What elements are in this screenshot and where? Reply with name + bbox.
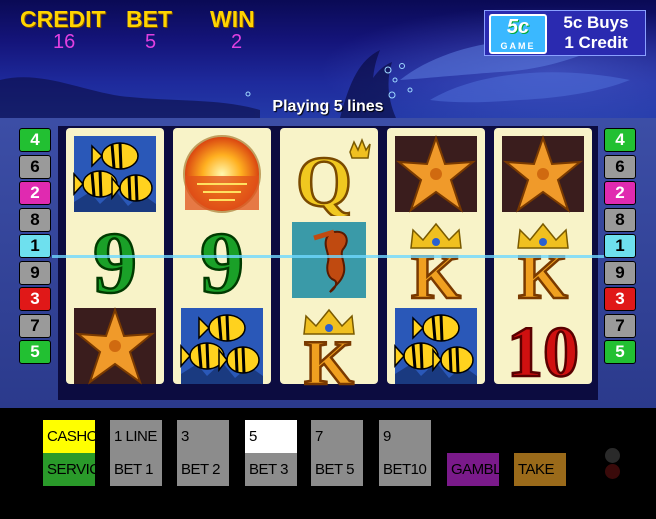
starfish-symbol	[391, 132, 481, 216]
denomination-badge-value: 5c	[506, 16, 530, 38]
ten-symbol: 10	[498, 304, 588, 394]
top-banner: CREDIT BET WIN 16 5 2 5c GAME 5c Buys 1 …	[0, 0, 656, 118]
bet-2-button[interactable]: BET 2	[177, 453, 229, 486]
1-line-button[interactable]: 1 LINE	[110, 420, 162, 453]
payline-1	[52, 255, 604, 258]
credit-label: CREDIT	[20, 6, 106, 32]
right-line-indicator-1: 1	[604, 234, 636, 258]
3-lines-button[interactable]: 3 LINES	[177, 420, 229, 478]
left-line-indicator-9: 9	[19, 260, 51, 285]
bet-value: 5	[145, 31, 157, 53]
bet-label: BET	[126, 6, 172, 32]
take-win-button[interactable]: TAKE WIN	[514, 453, 566, 511]
5-lines-button[interactable]: 5 LINES	[245, 420, 297, 478]
starfish-symbol	[70, 304, 160, 388]
seahorse-symbol	[284, 218, 374, 302]
svg-text:9: 9	[200, 218, 244, 302]
starfish-symbol	[498, 132, 588, 216]
svg-text:10: 10	[507, 312, 579, 388]
left-line-indicator-2: 2	[19, 181, 51, 205]
credit-value-info: 5c Buys 1 Credit	[549, 13, 643, 53]
left-line-indicator-7: 7	[19, 313, 51, 338]
cashout-button[interactable]: CASHOUT	[43, 420, 117, 453]
bet-5-button[interactable]: BET 5	[311, 453, 363, 486]
status-message: Playing 5 lines	[272, 98, 384, 115]
right-line-indicator-3: 3	[604, 287, 636, 311]
sunset-symbol	[177, 132, 267, 216]
right-line-indicator-8: 8	[604, 207, 636, 232]
left-line-indicator-5: 5	[19, 340, 51, 364]
svg-text:K: K	[304, 327, 354, 388]
svg-text:Q: Q	[296, 142, 352, 216]
bet-3-button[interactable]: BET 3	[245, 453, 297, 486]
bet-1-button[interactable]: BET 1	[110, 453, 162, 486]
9-lines-button[interactable]: 9 LINES	[379, 420, 431, 478]
king-symbol: K	[284, 304, 374, 399]
right-line-indicator-5: 5	[604, 340, 636, 364]
right-line-indicator-4: 4	[604, 128, 636, 152]
nine-symbol: 9	[177, 214, 267, 314]
left-line-indicator-8: 8	[19, 207, 51, 232]
denomination-badge: 5c GAME	[489, 14, 547, 54]
bet10-button[interactable]: BET10	[379, 453, 431, 486]
king-symbol: K	[391, 218, 481, 313]
tropical-fish-symbol	[391, 304, 481, 388]
svg-text:9: 9	[93, 218, 137, 302]
right-line-indicator-7: 7	[604, 313, 636, 338]
7-lines-button[interactable]: 7 LINES	[311, 420, 363, 478]
indicator-lamp-top	[605, 448, 620, 463]
king-symbol: K	[498, 218, 588, 313]
tropical-fish-symbol	[177, 304, 267, 388]
reel-frame: 462819375 462819375 9 9 Q K K K 10	[0, 118, 656, 408]
win-label: WIN	[210, 6, 255, 32]
left-line-indicator-1: 1	[19, 234, 51, 258]
nine-symbol: 9	[70, 214, 160, 314]
indicator-lamp-bottom	[605, 464, 620, 479]
left-line-indicator-4: 4	[19, 128, 51, 152]
denomination-badge-sub: GAME	[500, 41, 536, 51]
credit-value: 16	[53, 31, 76, 53]
denomination-panel: 5c GAME 5c Buys 1 Credit	[484, 10, 646, 56]
gamble-button[interactable]: GAMBLE	[447, 453, 511, 486]
left-line-indicator-6: 6	[19, 154, 51, 179]
buys-line-2: 1 Credit	[564, 33, 628, 52]
left-line-indicator-3: 3	[19, 287, 51, 311]
right-line-indicator-6: 6	[604, 154, 636, 179]
right-line-indicator-9: 9	[604, 260, 636, 285]
buys-line-1: 5c Buys	[563, 13, 629, 32]
service-button[interactable]: SERVICE	[43, 453, 110, 486]
queen-symbol: Q	[284, 132, 374, 223]
button-panel: CASHOUT1 LINE 3 LINES 5 LINES 7 LINES 9 LINE…	[0, 408, 656, 511]
svg-text:K: K	[518, 241, 568, 302]
win-value: 2	[231, 31, 243, 53]
svg-text:K: K	[411, 241, 461, 302]
tropical-fish-symbol	[70, 132, 160, 216]
right-line-indicator-2: 2	[604, 181, 636, 205]
